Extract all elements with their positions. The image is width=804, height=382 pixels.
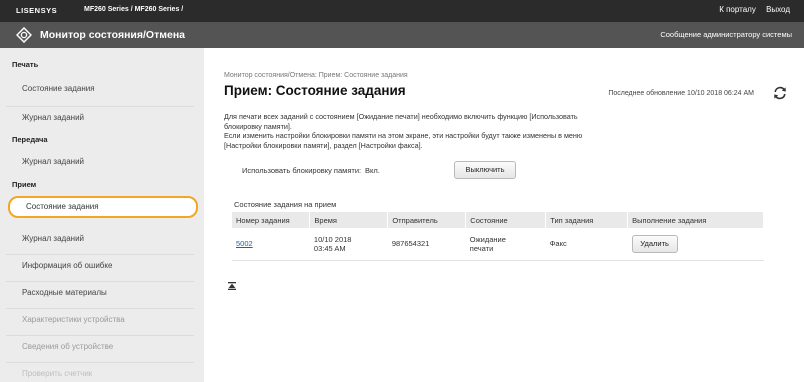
sidebar-item-print-job-log[interactable]: Журнал заданий xyxy=(6,106,194,128)
to-top-icon[interactable] xyxy=(228,282,236,290)
column-header-sender: Отправитель xyxy=(387,212,467,228)
memory-lock-state: Вкл. xyxy=(365,166,380,175)
sidebar-item-send-job-log[interactable]: Журнал заданий xyxy=(6,151,194,173)
sidebar-item-error-info[interactable]: Информация об ошибке xyxy=(6,254,194,276)
table-header-row: Номер задания Время Отправитель Состояни… xyxy=(232,212,764,228)
sidebar-item-check-counter[interactable]: Проверить счетчик xyxy=(6,362,194,382)
sidebar-item-receive-job-status[interactable]: Состояние задания xyxy=(8,196,198,218)
cell-job-action: Удалить xyxy=(627,228,764,261)
monitor-status-icon xyxy=(16,27,32,43)
top-links: К порталу Выход xyxy=(711,5,790,14)
cell-status: Ожидание печати xyxy=(465,228,546,261)
cell-job-number: 5002 xyxy=(232,228,310,261)
receive-job-table: Номер задания Время Отправитель Состояни… xyxy=(232,212,764,261)
sidebar-heading-print: Печать xyxy=(12,60,39,69)
page-title: Прием: Состояние задания xyxy=(224,83,406,98)
message-admin-link[interactable]: Сообщение администратору системы xyxy=(660,30,792,39)
sidebar-item-device-info[interactable]: Сведения об устройстве xyxy=(6,335,194,357)
breadcrumb: Монитор состояния/Отмена: Прием: Состоян… xyxy=(224,72,408,79)
sidebar-heading-receive: Прием xyxy=(12,180,37,189)
last-update-text: Последнее обновление 10/10 2018 06:24 AM xyxy=(608,90,754,97)
top-bar: LISENSYS MF260 Series / MF260 Series / К… xyxy=(0,0,804,22)
disable-memory-lock-button[interactable]: Выключить xyxy=(454,161,516,179)
title-bar: Монитор состояния/Отмена Сообщение админ… xyxy=(0,22,804,48)
job-number-link[interactable]: 5002 xyxy=(236,239,253,248)
refresh-icon[interactable] xyxy=(772,85,788,101)
memory-lock-row: Использовать блокировку памяти: Вкл. xyxy=(242,166,380,175)
page-section-title: Монитор состояния/Отмена xyxy=(40,29,186,41)
sidebar-heading-send: Передача xyxy=(12,135,48,144)
note-line: блокировку памяти]. xyxy=(224,121,292,131)
sidebar-item-receive-job-log[interactable]: Журнал заданий xyxy=(6,228,194,250)
memory-lock-label: Использовать блокировку памяти: xyxy=(242,166,362,175)
portal-link[interactable]: К порталу xyxy=(719,5,756,14)
cell-job-type: Факс xyxy=(545,228,628,261)
cell-time: 10/10 2018 03:45 AM xyxy=(309,228,388,261)
column-header-job-action: Выполнение задания xyxy=(627,212,764,228)
cell-sender: 987654321 xyxy=(387,228,466,261)
table-row: 5002 10/10 2018 03:45 AM 987654321 Ожида… xyxy=(232,228,764,261)
note-line: [Настройки блокировки памяти], раздел [Н… xyxy=(224,140,423,150)
device-series: MF260 Series / MF260 Series / xyxy=(84,6,184,13)
column-header-time: Время xyxy=(309,212,389,228)
brand-logo: LISENSYS xyxy=(16,6,58,15)
logout-link[interactable]: Выход xyxy=(766,5,790,14)
sidebar-item-print-job-status[interactable]: Состояние задания xyxy=(6,78,194,100)
note-line: Если изменить настройки блокировки памят… xyxy=(224,131,583,140)
sidebar: Печать Состояние задания Журнал заданий … xyxy=(0,48,204,382)
main-content: Монитор состояния/Отмена: Прием: Состоян… xyxy=(204,48,804,382)
sidebar-item-device-features[interactable]: Характеристики устройства xyxy=(6,308,194,330)
table-caption: Состояние задания на прием xyxy=(234,200,337,209)
note-line: Для печати всех заданий с состоянием [Ож… xyxy=(224,112,578,121)
memory-lock-note: Для печати всех заданий с состоянием [Ож… xyxy=(224,112,784,150)
sidebar-item-consumables[interactable]: Расходные материалы xyxy=(6,281,194,303)
column-header-job-type: Тип задания xyxy=(545,212,629,228)
column-header-job-number: Номер задания xyxy=(232,212,311,228)
column-header-status: Состояние xyxy=(465,212,547,228)
delete-job-button[interactable]: Удалить xyxy=(631,234,678,253)
